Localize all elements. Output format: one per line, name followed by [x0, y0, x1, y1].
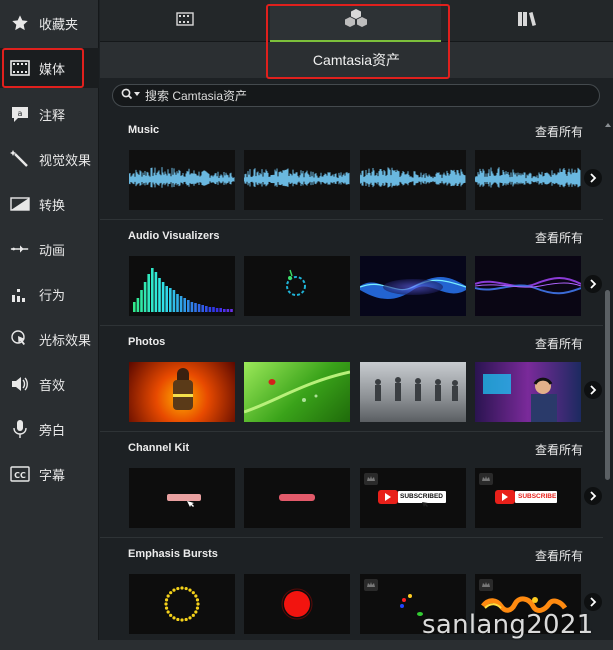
animation-icon	[10, 239, 30, 259]
sidebar-item-label: 注释	[39, 107, 66, 123]
visualizer-thumbnail[interactable]	[129, 256, 235, 316]
assets-cubes-icon	[344, 8, 368, 33]
svg-text:CC: CC	[14, 471, 26, 480]
cursor-effect-icon	[10, 329, 30, 349]
next-arrow-button[interactable]	[584, 169, 602, 187]
sidebar-item-behaviors[interactable]: 行为	[0, 274, 99, 314]
sidebar-item-transitions[interactable]: 转换	[0, 184, 99, 224]
chevron-right-icon	[590, 173, 597, 183]
section-channel-kit: Channel Kit 查看所有 SUBSCRIBED SUBSCRIBE	[100, 432, 603, 538]
music-thumbnail[interactable]	[360, 150, 466, 210]
sidebar-item-cursor-effects[interactable]: 光标效果	[0, 319, 99, 359]
behavior-icon	[10, 284, 30, 304]
channel-kit-thumbnail[interactable]: SUBSCRIBE	[475, 468, 581, 528]
visualizer-thumbnail[interactable]	[360, 256, 466, 316]
speaker-icon	[10, 374, 30, 394]
see-all-link[interactable]: 查看所有	[535, 123, 583, 140]
scrollbar-thumb[interactable]	[605, 290, 610, 480]
see-all-link[interactable]: 查看所有	[535, 335, 583, 352]
scroll-up-arrow-icon[interactable]	[603, 116, 613, 127]
photo-thumbnail-ladybug[interactable]	[244, 362, 350, 422]
channel-kit-thumbnail[interactable]: SUBSCRIBED	[360, 468, 466, 528]
sidebar-item-label: 光标效果	[39, 332, 92, 348]
section-title: Channel Kit	[128, 442, 190, 454]
chevron-right-icon	[590, 385, 597, 395]
sidebar: 收藏夹 媒体 a 注释 视觉效果 转换 动画 行为 光标效果 音效 旁白 CC …	[0, 0, 99, 650]
sidebar-item-voice-narration[interactable]: 旁白	[0, 409, 99, 449]
music-thumbnail[interactable]	[475, 150, 581, 210]
chevron-right-icon	[590, 279, 597, 289]
sidebar-item-label: 转换	[39, 197, 66, 213]
asset-sections: Music 查看所有 Audio Visualizers 查看所有 Photos…	[100, 114, 603, 650]
sidebar-item-label: 媒体	[39, 61, 66, 77]
section-title: Audio Visualizers	[128, 230, 220, 242]
magic-wand-icon	[10, 149, 30, 169]
film-icon	[10, 58, 30, 78]
transition-icon	[10, 194, 30, 214]
visualizer-thumbnail[interactable]	[244, 256, 350, 316]
bottom-strip	[0, 640, 613, 650]
sidebar-item-label: 行为	[39, 287, 66, 303]
search-input[interactable]	[145, 88, 565, 103]
photo-thumbnail-gym[interactable]	[360, 362, 466, 422]
sidebar-item-audio-effects[interactable]: 音效	[0, 364, 99, 404]
tab-title-text: Camtasia资产	[312, 52, 401, 68]
photo-thumbnail-firefighter[interactable]	[129, 362, 235, 422]
burst-thumbnail[interactable]	[244, 574, 350, 634]
film-icon	[176, 11, 194, 31]
search-icon[interactable]	[121, 87, 141, 105]
asset-tabs	[100, 0, 613, 42]
active-tab-title: Camtasia资产	[100, 42, 613, 78]
star-icon	[10, 13, 30, 33]
next-arrow-button[interactable]	[584, 275, 602, 293]
see-all-link[interactable]: 查看所有	[535, 229, 583, 246]
channel-kit-thumbnail[interactable]	[129, 468, 235, 528]
section-title: Photos	[128, 336, 166, 348]
sidebar-item-captions[interactable]: CC 字幕	[0, 454, 99, 494]
section-music: Music 查看所有	[100, 114, 603, 220]
sidebar-item-favorites[interactable]: 收藏夹	[0, 3, 99, 43]
library-books-icon	[517, 11, 537, 32]
channel-kit-thumbnail[interactable]	[244, 468, 350, 528]
sidebar-item-label: 收藏夹	[39, 16, 79, 32]
music-thumbnail[interactable]	[129, 150, 235, 210]
sidebar-item-label: 字幕	[39, 467, 66, 483]
section-audio-visualizers: Audio Visualizers 查看所有	[100, 220, 603, 326]
sidebar-item-annotations[interactable]: a 注释	[0, 94, 99, 134]
sidebar-item-animations[interactable]: 动画	[0, 229, 99, 269]
see-all-link[interactable]: 查看所有	[535, 441, 583, 458]
section-title: Music	[128, 124, 160, 136]
music-thumbnail[interactable]	[244, 150, 350, 210]
watermark-text: sanlang2021	[422, 610, 594, 640]
next-arrow-button[interactable]	[584, 487, 602, 505]
chevron-right-icon	[590, 491, 597, 501]
closed-caption-icon: CC	[10, 464, 30, 484]
sidebar-item-label: 视觉效果	[39, 152, 92, 168]
sidebar-item-label: 旁白	[39, 422, 66, 438]
tab-library[interactable]	[441, 0, 613, 42]
subscribe-label: SUBSCRIBE	[518, 493, 557, 500]
see-all-link[interactable]: 查看所有	[535, 547, 583, 564]
svg-text:a: a	[18, 109, 23, 118]
subscribed-label: SUBSCRIBED	[400, 493, 443, 500]
tab-media-library[interactable]	[100, 0, 270, 42]
burst-thumbnail[interactable]	[129, 574, 235, 634]
next-arrow-button[interactable]	[584, 381, 602, 399]
annotation-icon: a	[10, 104, 30, 124]
sidebar-item-media[interactable]: 媒体	[0, 48, 99, 88]
section-title: Emphasis Bursts	[128, 548, 218, 560]
next-arrow-button[interactable]	[584, 593, 602, 611]
sidebar-item-visual-effects[interactable]: 视觉效果	[0, 139, 99, 179]
sidebar-item-label: 音效	[39, 377, 66, 393]
tab-camtasia-assets[interactable]	[270, 0, 441, 42]
section-photos: Photos 查看所有	[100, 326, 603, 432]
search-bar	[112, 84, 600, 107]
sidebar-item-label: 动画	[39, 242, 66, 258]
visualizer-thumbnail[interactable]	[475, 256, 581, 316]
chevron-right-icon	[590, 597, 597, 607]
photo-thumbnail-gamer[interactable]	[475, 362, 581, 422]
microphone-icon	[10, 419, 30, 439]
